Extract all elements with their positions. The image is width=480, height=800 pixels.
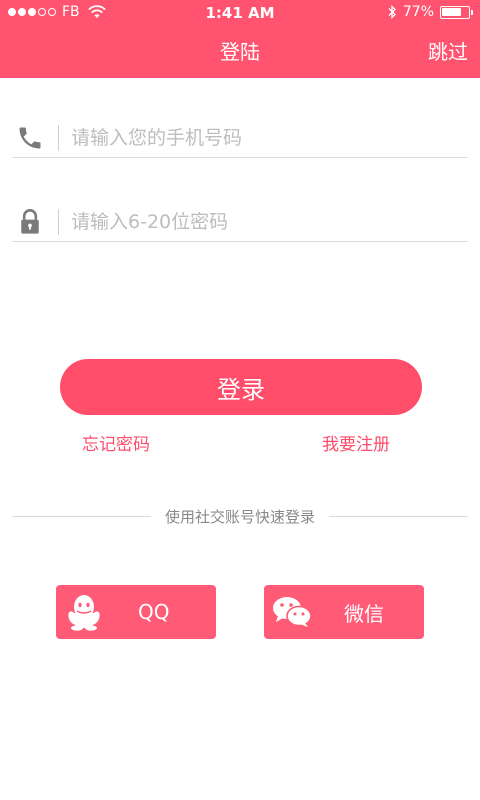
qq-penguin-icon [56,585,112,639]
phone-input[interactable] [71,126,468,149]
divider-line-right [329,515,469,517]
phone-field-row [12,118,468,158]
header: FB 1:41 AM 77% 登陆 跳过 [0,0,480,78]
login-screen: FB 1:41 AM 77% 登陆 跳过 请输入您的手机号码 登录 忘记密码 我… [0,0,480,800]
qq-login-label: QQ [138,600,170,624]
battery-percentage: 77% [402,4,434,20]
divider-line-left [12,515,151,517]
forgot-password-link[interactable]: 忘记密码 [82,430,150,455]
phone-icon [12,123,48,153]
qq-login-button[interactable]: QQ [56,585,216,639]
battery-icon [440,5,473,19]
register-link[interactable]: 我要注册 [322,430,390,455]
lock-icon [12,207,48,237]
bluetooth-icon [388,5,396,19]
field-divider [58,124,59,151]
login-button[interactable]: 登录 [60,359,422,415]
password-input[interactable] [71,210,468,233]
skip-button[interactable]: 跳过 [428,36,468,65]
wechat-login-label: 微信 [344,601,384,626]
wechat-login-button[interactable]: 微信 [264,585,424,639]
wechat-icon [264,585,320,639]
social-login-heading: 使用社交账号快速登录 [165,507,316,526]
password-field-row [12,202,468,242]
field-divider [58,208,59,235]
page-title: 登陆 [220,40,260,64]
battery-level-fill [442,7,461,16]
status-bar: FB 1:41 AM 77% [0,0,480,24]
social-login-divider: 使用社交账号快速登录 [12,505,469,527]
status-right: 77% [387,4,473,20]
